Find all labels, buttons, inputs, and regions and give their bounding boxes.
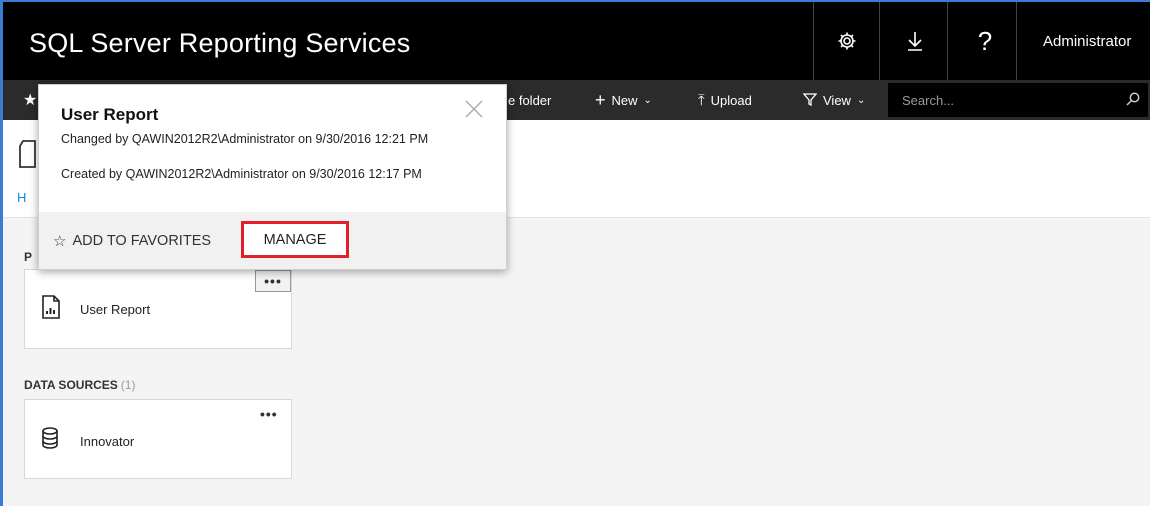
more-options-button[interactable]: •••: [260, 406, 278, 422]
report-tile[interactable]: User Report: [24, 269, 292, 349]
breadcrumb-home[interactable]: H: [17, 190, 26, 205]
report-label: User Report: [80, 302, 151, 317]
header-divider: [1016, 2, 1017, 80]
popup-title: User Report: [61, 105, 159, 124]
view-button[interactable]: View ⌄: [802, 80, 866, 120]
header-divider: [879, 2, 880, 80]
user-menu[interactable]: Administrator: [1043, 2, 1131, 80]
header-divider: [813, 2, 814, 80]
section-label-paginated: P: [24, 250, 33, 264]
upload-label: Upload: [710, 92, 752, 108]
app-title[interactable]: SQL Server Reporting Services: [29, 28, 410, 59]
view-label: View: [823, 92, 851, 108]
data-sources-label: DATA SOURCES: [24, 378, 118, 392]
section-label-data-sources: DATA SOURCES (1): [24, 378, 135, 392]
datasource-tile[interactable]: Innovator •••: [24, 399, 292, 479]
upload-button[interactable]: ⤒ Upload: [698, 80, 752, 120]
manage-button[interactable]: MANAGE: [241, 221, 349, 258]
chevron-down-icon: ⌄: [856, 94, 866, 106]
changed-by-text: Changed by QAWIN2012R2\Administrator on …: [61, 132, 429, 146]
search-icon[interactable]: [1126, 92, 1140, 111]
new-button[interactable]: + New ⌄: [595, 80, 652, 120]
item-details-popup: User Report Changed by QAWIN2012R2\Admin…: [38, 84, 507, 270]
upload-icon: ⤒: [698, 91, 705, 109]
report-icon: [41, 295, 61, 324]
add-to-favorites-button[interactable]: ☆ ADD TO FAVORITES: [53, 212, 211, 269]
new-folder-label: e folder: [508, 92, 552, 108]
database-icon: [41, 427, 59, 454]
header-divider: [947, 2, 948, 80]
datasource-label: Innovator: [80, 434, 135, 449]
search-box: [888, 83, 1148, 117]
data-sources-count: (1): [120, 378, 136, 392]
plus-icon: +: [595, 89, 606, 110]
manage-label: MANAGE: [263, 231, 327, 248]
close-icon[interactable]: [464, 94, 484, 126]
folder-icon: [17, 138, 39, 177]
chevron-down-icon: ⌄: [643, 94, 652, 106]
popup-footer: ☆ ADD TO FAVORITES MANAGE: [39, 212, 506, 269]
help-icon[interactable]: ?: [958, 2, 1012, 80]
star-icon[interactable]: ★: [23, 80, 37, 120]
star-outline-icon: ☆: [53, 232, 67, 250]
add-to-favorites-label: ADD TO FAVORITES: [72, 232, 212, 249]
more-options-button[interactable]: •••: [255, 270, 291, 292]
created-by-text: Created by QAWIN2012R2\Administrator on …: [61, 167, 422, 181]
new-label: New: [611, 92, 638, 108]
gear-icon[interactable]: [820, 2, 874, 80]
download-icon[interactable]: [888, 2, 942, 80]
app-header: SQL Server Reporting Services ? Administ…: [3, 2, 1150, 80]
new-folder-button[interactable]: e folder: [508, 80, 551, 120]
filter-icon: [802, 92, 818, 109]
search-input[interactable]: [888, 91, 1124, 109]
